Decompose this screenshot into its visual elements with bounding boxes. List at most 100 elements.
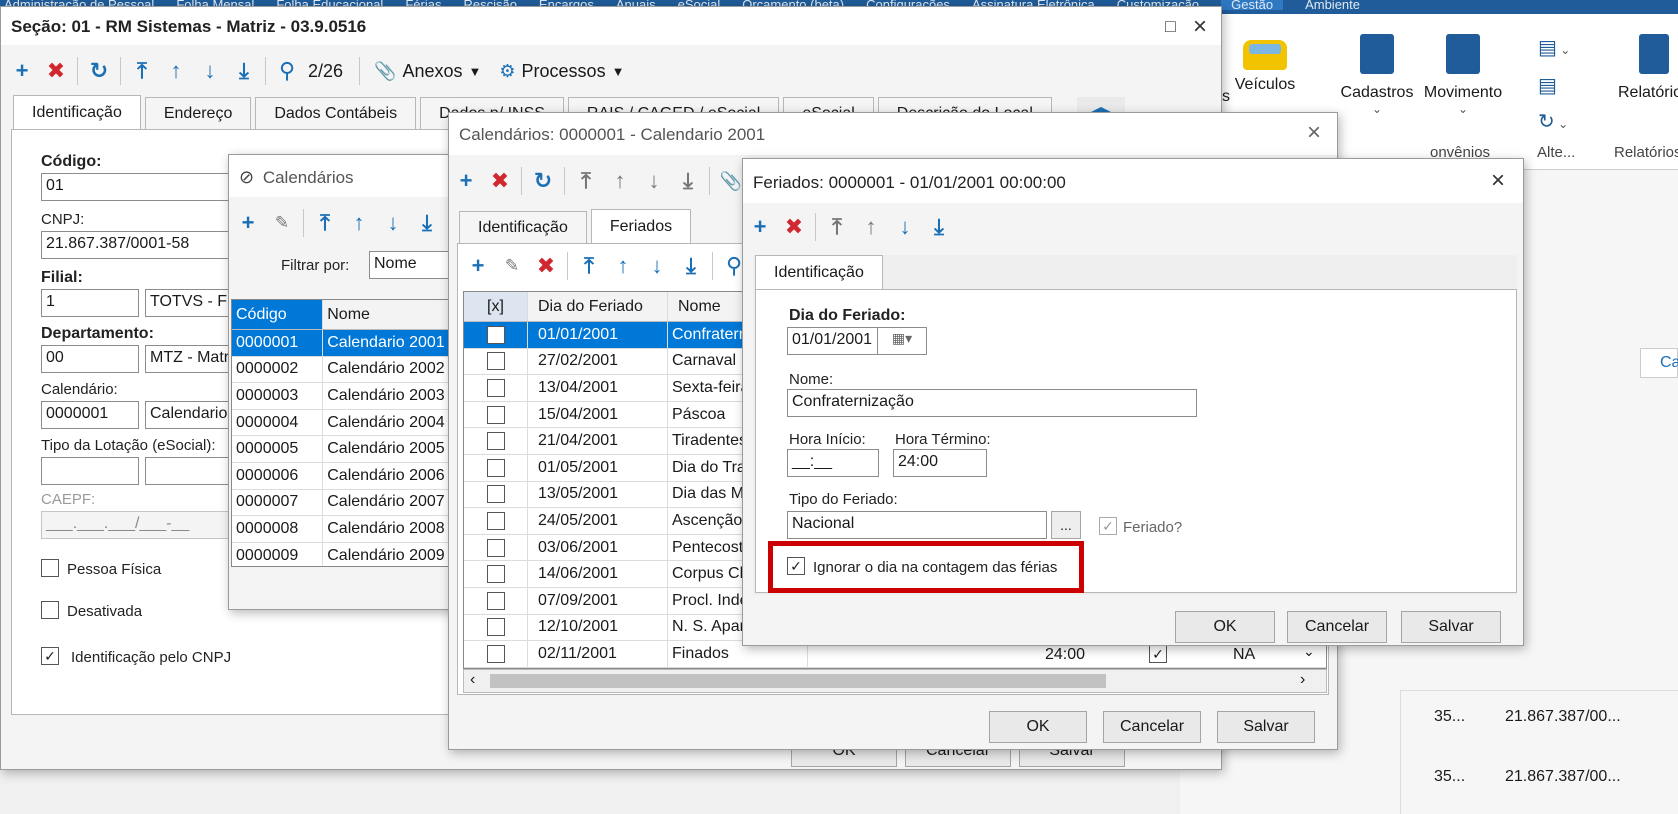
- close-icon[interactable]: ×: [1193, 15, 1207, 39]
- tab-secao-0[interactable]: Identificação: [13, 95, 141, 129]
- next-record-icon[interactable]: ↓: [376, 207, 410, 239]
- last-row-checkbox[interactable]: ✓: [1149, 645, 1167, 663]
- dia-feriado-field[interactable]: 01/01/2001: [787, 327, 879, 355]
- calendario-ok-button[interactable]: OK: [989, 711, 1087, 743]
- ignorar-dia-checkbox[interactable]: ✓: [787, 557, 805, 575]
- cell-select[interactable]: [464, 428, 528, 454]
- date-picker-button[interactable]: ▦▾: [877, 327, 927, 355]
- tab-identificacao[interactable]: Identificação: [459, 211, 587, 243]
- cell-select[interactable]: [464, 375, 528, 401]
- table-row[interactable]: 0000004 Calendário 2004: [232, 409, 466, 437]
- scroll-right-icon[interactable]: ›: [1300, 671, 1305, 689]
- last-record-icon[interactable]: ⤓: [410, 207, 444, 239]
- relatorios-button[interactable]: Relatórios: [1614, 34, 1678, 124]
- close-icon[interactable]: ×: [1307, 121, 1321, 145]
- cell-select[interactable]: [464, 508, 528, 534]
- first-record-icon[interactable]: ⤒: [125, 55, 159, 87]
- cell-select[interactable]: [464, 481, 528, 508]
- last-record-icon[interactable]: ⤓: [227, 55, 261, 87]
- horizontal-scrollbar[interactable]: ‹ ›: [463, 669, 1327, 693]
- table-row[interactable]: 0000002 Calendário 2002: [232, 356, 466, 384]
- last-record-icon[interactable]: ⤓: [674, 250, 708, 282]
- first-record-icon[interactable]: ⤒: [569, 165, 603, 197]
- tab-identificacao[interactable]: Identificação: [755, 255, 883, 289]
- doc-edit-icon[interactable]: ▤: [1538, 68, 1588, 104]
- add-icon[interactable]: +: [231, 207, 265, 239]
- cell-select[interactable]: [464, 454, 528, 481]
- delete-icon[interactable]: ✖: [529, 250, 563, 282]
- first-record-icon[interactable]: ⤒: [308, 207, 342, 239]
- codigo-field[interactable]: 01: [41, 173, 251, 201]
- previous-record-icon[interactable]: ↑: [854, 211, 888, 243]
- row-checkbox[interactable]: [486, 458, 505, 477]
- desativada-checkbox[interactable]: [41, 601, 59, 619]
- delete-icon[interactable]: ✖: [39, 55, 73, 87]
- refresh-icon[interactable]: ↻ ⌄: [1538, 104, 1588, 142]
- next-record-icon[interactable]: ↓: [637, 165, 671, 197]
- close-icon[interactable]: ×: [1491, 169, 1505, 193]
- row-checkbox[interactable]: [486, 485, 505, 504]
- edit-icon[interactable]: ✎: [265, 207, 299, 239]
- row-checkbox[interactable]: [486, 405, 505, 424]
- previous-record-icon[interactable]: ↑: [159, 55, 193, 87]
- maximize-icon[interactable]: □: [1165, 16, 1176, 37]
- add-icon[interactable]: +: [461, 250, 495, 282]
- table-row[interactable]: 0000001 Calendario 2001: [232, 330, 466, 357]
- cell-select[interactable]: [464, 587, 528, 614]
- calendario-code-field[interactable]: 0000001: [41, 401, 139, 429]
- search-icon[interactable]: ⚲: [270, 55, 304, 87]
- cnpj-field[interactable]: 21.867.387/0001-58: [41, 231, 251, 259]
- tab-secao-2[interactable]: Dados Contábeis: [255, 97, 417, 129]
- row-checkbox[interactable]: [486, 644, 505, 663]
- processos-menu[interactable]: ⚙ Processos ▼: [499, 61, 624, 82]
- previous-record-icon[interactable]: ↑: [603, 165, 637, 197]
- feriados-save-button[interactable]: Salvar: [1401, 611, 1501, 643]
- next-record-icon[interactable]: ↓: [888, 211, 922, 243]
- first-record-icon[interactable]: ⤒: [820, 211, 854, 243]
- delete-icon[interactable]: ✖: [483, 165, 517, 197]
- add-icon[interactable]: +: [449, 165, 483, 197]
- cell-select[interactable]: [464, 322, 528, 348]
- table-row[interactable]: 0000008 Calendário 2008: [232, 516, 466, 543]
- cell-select[interactable]: [464, 401, 528, 428]
- tab-secao-1[interactable]: Endereço: [144, 97, 252, 129]
- previous-record-icon[interactable]: ↑: [606, 250, 640, 282]
- cell-select[interactable]: [464, 641, 528, 667]
- first-record-icon[interactable]: ⤒: [572, 250, 606, 282]
- cell-select[interactable]: [464, 614, 528, 641]
- column-header-select[interactable]: [x]: [464, 292, 528, 321]
- table-row[interactable]: 0000009 Calendário 2009: [232, 542, 466, 566]
- movimento-button[interactable]: Movimento ⌄: [1418, 34, 1508, 124]
- tipo-lotacao-code-field[interactable]: [41, 457, 139, 485]
- ribbon-top-tab[interactable]: Gestão: [1221, 0, 1284, 11]
- column-header-dia[interactable]: Dia do Feriado: [528, 292, 668, 321]
- scrollbar-thumb[interactable]: [490, 674, 1106, 688]
- refresh-icon[interactable]: ↻: [82, 55, 116, 87]
- row-checkbox[interactable]: [486, 325, 505, 344]
- hora-inicio-field[interactable]: __:__: [787, 449, 879, 477]
- feriados-ok-button[interactable]: OK: [1175, 611, 1275, 643]
- veiculos-button[interactable]: Veículos: [1222, 36, 1308, 108]
- identificacao-cnpj-checkbox[interactable]: ✓: [41, 647, 59, 665]
- row-checkbox[interactable]: [486, 352, 505, 371]
- edit-icon[interactable]: ✎: [495, 250, 529, 282]
- table-row[interactable]: 0000006 Calendário 2006: [232, 462, 466, 490]
- delete-icon[interactable]: ✖: [777, 211, 811, 243]
- cell-select[interactable]: [464, 348, 528, 375]
- row-checkbox[interactable]: [486, 565, 505, 584]
- cell-select[interactable]: [464, 534, 528, 561]
- calendario-save-button[interactable]: Salvar: [1217, 711, 1315, 743]
- row-checkbox[interactable]: [486, 591, 505, 610]
- scroll-left-icon[interactable]: ‹: [470, 671, 475, 689]
- filial-code-field[interactable]: 1: [41, 289, 139, 317]
- hora-termino-field[interactable]: 24:00: [893, 449, 987, 477]
- last-record-icon[interactable]: ⤓: [671, 165, 705, 197]
- tipo-lookup-button[interactable]: ...: [1051, 511, 1081, 539]
- pessoa-fisica-checkbox[interactable]: [41, 559, 59, 577]
- row-checkbox[interactable]: [486, 378, 505, 397]
- row-checkbox[interactable]: [486, 618, 505, 637]
- add-icon[interactable]: +: [5, 55, 39, 87]
- cell-select[interactable]: [464, 561, 528, 587]
- next-record-icon[interactable]: ↓: [640, 250, 674, 282]
- ribbon-top-tab[interactable]: Ambiente: [1305, 0, 1360, 11]
